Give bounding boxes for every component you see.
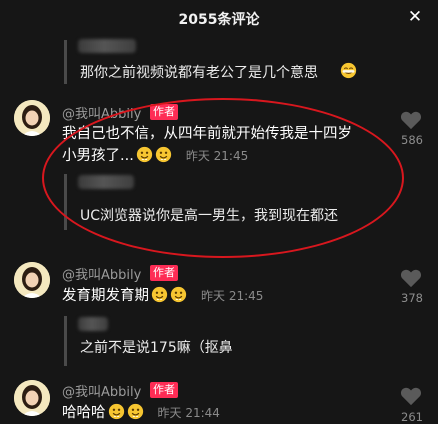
reply-text[interactable]: 那你之前视频说都有老公了是几个意思 [80,62,318,82]
reply-text[interactable]: 之前不是说175嘛（抠鼻 [80,337,233,357]
like-count: 586 [401,133,423,147]
highlight-circle [42,98,404,258]
blurred-username [78,317,108,331]
comments-panel: 2055条评论 ✕ 那你之前视频说都有老公了是几个意思 @我叫Abbily 作者… [0,0,438,424]
comment-count-title: 2055条评论 [178,12,260,28]
like-count: 261 [401,410,423,424]
smiling-face-emoji [108,403,124,420]
reply-quote-bar [64,316,67,366]
avatar-image [14,262,50,298]
comment-text[interactable]: 发育期发育期 昨天 21:45 [62,286,263,307]
avatar[interactable] [14,262,50,298]
smiling-face-emoji [151,286,168,303]
heart-icon[interactable] [400,386,422,406]
comment-text-line: 哈哈哈 [62,405,106,421]
comment-text-line: 发育期发育期 [62,288,149,304]
comment-text[interactable]: 哈哈哈 昨天 21:44 [62,403,220,424]
comment-timestamp: 昨天 21:45 [201,289,264,303]
blurred-username [78,39,136,53]
comment-timestamp: 昨天 21:44 [157,406,220,420]
author-badge: 作者 [150,265,178,281]
comment-username[interactable]: @我叫Abbily [62,264,141,283]
shy-face-emoji [340,62,357,79]
reply-quote-bar [64,40,67,84]
comments-header: 2055条评论 ✕ [0,0,438,36]
close-icon[interactable]: ✕ [404,6,426,28]
like-count: 378 [401,291,423,305]
avatar[interactable] [14,380,50,416]
heart-icon[interactable] [400,110,422,130]
smiling-face-emoji [127,403,143,420]
avatar[interactable] [14,100,50,136]
heart-icon[interactable] [400,268,422,288]
author-badge: 作者 [150,382,178,398]
avatar-image [14,380,50,416]
smiling-face-emoji [170,286,187,303]
comment-username[interactable]: @我叫Abbily [62,381,141,400]
avatar-image [14,100,50,136]
